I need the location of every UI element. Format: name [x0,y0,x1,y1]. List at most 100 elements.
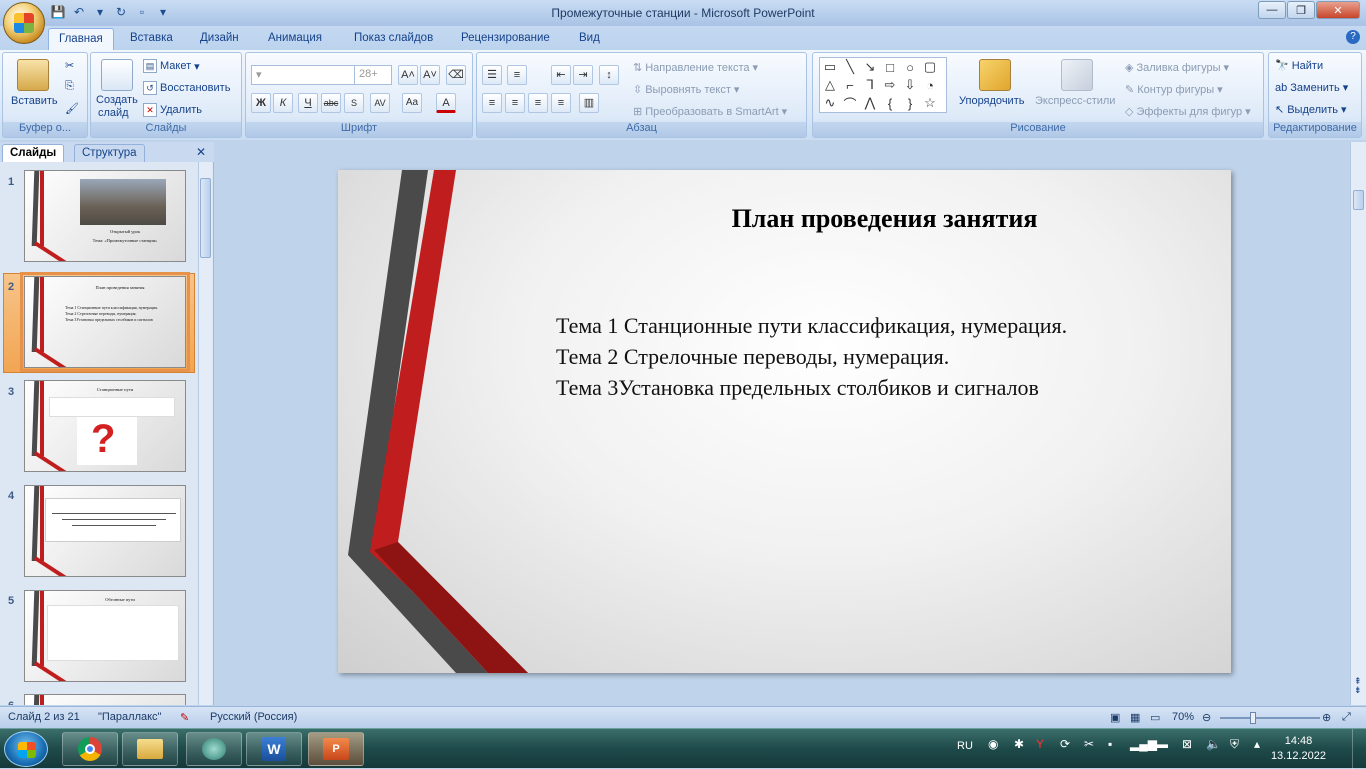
word-taskbar-button[interactable]: W [246,732,302,766]
font-family-input[interactable]: ▾ [251,65,355,85]
down-arrow-shape-icon[interactable]: ⇩ [905,77,916,93]
rounded-rect-shape-icon[interactable]: ▢ [924,59,936,75]
char-spacing-button[interactable]: AV [370,93,390,113]
textbox-shape-icon[interactable]: ▭ [824,59,836,75]
line-spacing-button[interactable]: ↕ [599,65,619,85]
arc-shape-icon[interactable]: ⌒ [843,94,856,113]
change-case-button[interactable]: Aa [402,93,422,113]
oval-shape-icon[interactable]: ○ [906,60,914,75]
thumbnail-slide-5[interactable]: Обгонные пути [24,590,186,682]
input-language[interactable]: RU [957,740,973,752]
new-slide-button[interactable]: Создать [96,94,138,106]
current-slide[interactable]: План проведения занятия Тема 1 Станционн… [338,170,1231,673]
tab-animation[interactable]: Анимация [258,28,332,50]
bullets-button[interactable]: ☰ [482,65,502,85]
zoom-level[interactable]: 70% [1172,711,1194,723]
tray-icon-display[interactable]: ▪ [1108,737,1112,751]
thumbnails-scrollbar[interactable] [198,162,212,705]
chrome-taskbar-button[interactable] [62,732,118,766]
font-size-input[interactable]: 28+ [354,65,392,85]
minimize-button[interactable]: — [1258,1,1286,19]
language-indicator[interactable]: Русский (Россия) [210,711,297,723]
tab-home[interactable]: Главная [48,28,114,50]
signal-icon[interactable]: ▂▄▆ [1130,737,1157,751]
explorer-taskbar-button[interactable] [122,732,178,766]
tray-icon-app[interactable]: ⟳ [1060,737,1070,751]
delete-button[interactable]: Удалить [160,104,202,116]
network-app-taskbar-button[interactable] [186,732,242,766]
line-shape-icon[interactable]: ╲ [846,59,854,75]
italic-button[interactable]: К [273,93,293,113]
powerpoint-taskbar-button[interactable]: P [308,732,364,766]
paste-button[interactable]: Вставить [11,95,58,107]
bluetooth-icon[interactable]: ✱ [1014,737,1024,751]
shadow-button[interactable]: S [344,93,364,113]
paste-icon[interactable] [17,59,49,91]
thumbnail-slide-1[interactable]: Открытый урок Тема: «Промежуточные станц… [24,170,186,262]
thumbnail-slide-6[interactable] [24,694,186,705]
shapes-gallery[interactable]: ▭ ╲ ↘ □ ○ ▢ △ ⌐ ᒣ ⇨ ⇩ ◔ ∿ ⌒ ⋀ {} ☆ [819,57,947,113]
reset-button[interactable]: Восстановить [160,82,230,94]
columns-button[interactable]: ▥ [579,93,599,113]
align-left-button[interactable]: ≡ [482,93,502,113]
replace-button[interactable]: Заменить [1290,82,1339,94]
grow-font-button[interactable]: A˄ [398,65,418,85]
maximize-button[interactable]: ❐ [1287,1,1315,19]
show-hidden-icon[interactable]: ▴ [1254,737,1260,751]
cut-icon[interactable]: ✂ [65,59,74,72]
network-icon[interactable]: ⊠ [1182,737,1192,751]
office-button[interactable] [3,2,45,44]
yandex-icon[interactable]: Y [1036,737,1044,751]
format-painter-icon[interactable]: 🖌 [65,102,79,115]
shape-effects-button[interactable]: Эффекты для фигур [1136,106,1242,118]
right-brace-shape-icon[interactable]: } [908,96,912,111]
normal-view-icon[interactable]: ▣ [1110,711,1120,724]
slide-body-text[interactable]: Тема 1 Станционные пути классификация, н… [556,310,1067,403]
align-right-button[interactable]: ≡ [528,93,548,113]
scrollbar-thumb[interactable] [200,178,211,258]
slide-scrollbar[interactable]: ⇞ ⇟ [1350,142,1366,705]
new-slide-icon[interactable] [101,59,133,91]
zoom-out-icon[interactable]: ⊖ [1202,711,1211,724]
shape-outline-button[interactable]: Контур фигуры [1137,84,1214,96]
strikethrough-button[interactable]: abc [321,93,341,113]
align-center-button[interactable]: ≡ [505,93,525,113]
freeform-shape-icon[interactable]: ⋀ [865,95,876,111]
clear-format-button[interactable]: ⌫ [446,65,466,85]
prev-next-slide-icon[interactable]: ⇞ ⇟ [1354,677,1362,695]
tab-review[interactable]: Рецензирование [451,28,560,50]
tab-slides-panel[interactable]: Слайды [2,144,65,162]
fit-slide-icon[interactable]: ⤢ [1342,711,1351,724]
show-desktop-button[interactable] [1352,729,1366,769]
thumbnail-slide-2[interactable]: План проведения занятия Тема 1 Станционн… [20,272,190,372]
zoom-in-icon[interactable]: ⊕ [1322,711,1331,724]
tab-view[interactable]: Вид [569,28,610,50]
shrink-font-button[interactable]: A˅ [420,65,440,85]
star-shape-icon[interactable]: ☆ [924,95,936,111]
rect-shape-icon[interactable]: □ [886,60,894,75]
right-arrow-shape-icon[interactable]: ⇨ [885,77,896,93]
tray-icon-tools[interactable]: ✂ [1084,737,1094,751]
slide-title[interactable]: План проведения занятия [538,204,1231,234]
tab-slideshow[interactable]: Показ слайдов [344,28,443,50]
bold-button[interactable]: Ж [251,93,271,113]
arrange-icon[interactable] [979,59,1011,91]
find-button[interactable]: Найти [1292,60,1323,72]
scrollbar-thumb[interactable] [1353,190,1364,210]
curve-shape-icon[interactable]: ∿ [825,95,836,111]
close-pane-icon[interactable]: ✕ [196,145,206,159]
decrease-indent-button[interactable]: ⇤ [551,65,571,85]
start-button[interactable] [4,731,48,767]
quick-styles-button[interactable]: Экспресс-стили [1035,95,1115,107]
smartart-button[interactable]: Преобразовать в SmartArt [645,106,778,118]
zoom-slider[interactable] [1220,712,1320,724]
underline-button[interactable]: Ч [298,93,318,113]
flag-icon[interactable]: ▬ [1156,737,1168,751]
volume-icon[interactable]: 🔈 [1206,737,1221,751]
layout-button[interactable]: Макет [160,60,191,72]
new-slide-button-line2[interactable]: слайд [98,107,129,119]
select-button[interactable]: Выделить [1287,104,1338,116]
clock[interactable]: 14:48 13.12.2022 [1271,734,1326,764]
spellcheck-icon[interactable]: ✎ [180,711,189,724]
tab-design[interactable]: Дизайн [190,28,249,50]
